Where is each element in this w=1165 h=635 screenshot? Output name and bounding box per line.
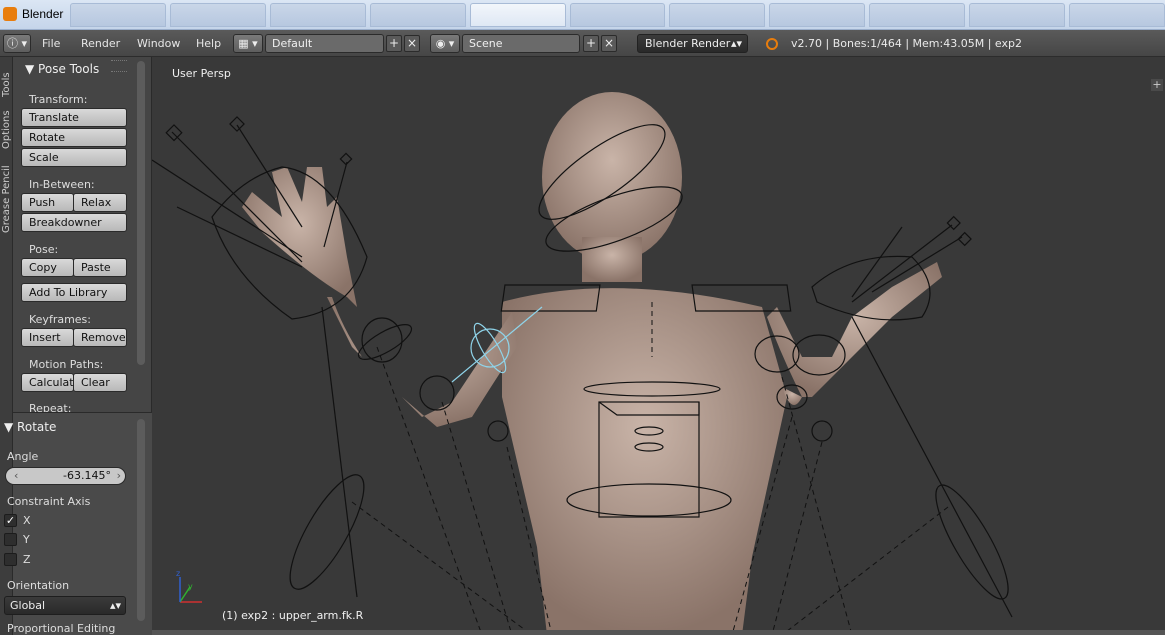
translate-button[interactable]: Translate — [21, 108, 127, 127]
paste-button[interactable]: Paste — [73, 258, 127, 277]
info-header: ⓘ ▾ File Render Window Help ▦ ▾ Default … — [0, 30, 1165, 57]
scene-stats: v2.70 | Bones:1/464 | Mem:43.05M | exp2 — [791, 37, 1022, 50]
taskbar-tab[interactable] — [969, 3, 1066, 27]
axis-x-checkbox[interactable]: ✓ — [4, 514, 17, 527]
menu-file[interactable]: File — [38, 34, 64, 53]
taskbar-tabs — [70, 3, 1165, 27]
axis-y-label: Y — [23, 533, 30, 546]
viewport-header-strip — [152, 630, 1165, 635]
axis-z-label: Z — [23, 553, 31, 566]
viewport-scene: z y — [152, 92, 1013, 635]
rotate-button[interactable]: Rotate — [21, 128, 127, 147]
taskbar-tab[interactable] — [669, 3, 766, 27]
close-scene-icon[interactable]: × — [601, 35, 617, 52]
render-engine-value: Blender Render — [645, 37, 731, 50]
info-icon[interactable]: ⓘ ▾ — [3, 34, 31, 53]
keyframes-label: Keyframes: — [29, 313, 91, 326]
pose-tools-title[interactable]: ▼ Pose Tools — [25, 62, 99, 76]
add-screen-icon[interactable]: + — [386, 35, 402, 52]
blender-logo-icon — [766, 38, 778, 50]
operator-panel: ▼ Rotate Angle ‹ -63.145° › Constraint A… — [4, 412, 152, 635]
active-object-label: (1) exp2 : upper_arm.fk.R — [222, 609, 364, 622]
properties-toggle-icon[interactable]: + — [1151, 79, 1163, 91]
repeat-label: Repeat: — [29, 402, 72, 412]
relax-button[interactable]: Relax — [73, 193, 127, 212]
scene-field[interactable]: Scene — [462, 34, 580, 53]
scale-button[interactable]: Scale — [21, 148, 127, 167]
character-mesh — [242, 92, 942, 635]
menu-window[interactable]: Window — [133, 34, 184, 53]
axis-x-label: X — [23, 514, 31, 527]
scene-icon[interactable]: ◉ ▾ — [430, 34, 460, 53]
taskbar-tab[interactable] — [70, 3, 166, 27]
angle-field[interactable]: ‹ -63.145° › — [5, 467, 126, 485]
pose-tools-panel: ▼ Pose Tools Transform: Translate Rotate… — [13, 57, 152, 412]
operator-scrollbar[interactable] — [137, 419, 145, 621]
constraint-axis-label: Constraint Axis — [7, 495, 91, 508]
proportional-editing-label: Proportional Editing — [7, 622, 116, 635]
taskbar-tab[interactable] — [369, 3, 466, 27]
copy-button[interactable]: Copy — [21, 258, 74, 277]
tool-shelf: ▼ Pose Tools Transform: Translate Rotate… — [4, 57, 152, 635]
push-button[interactable]: Push — [21, 193, 74, 212]
drag-handle-icon[interactable] — [111, 60, 127, 72]
axis-z-checkbox[interactable] — [4, 553, 17, 566]
inbetween-label: In-Between: — [29, 178, 95, 191]
axis-y-checkbox[interactable] — [4, 533, 17, 546]
operator-title[interactable]: ▼ Rotate — [4, 420, 56, 434]
axis-gizmo-icon: z y — [176, 569, 202, 603]
calculate-paths-button[interactable]: Calculat — [21, 373, 74, 392]
window-titlebar: Blender — [0, 0, 1165, 30]
clear-paths-button[interactable]: Clear — [73, 373, 127, 392]
dropdown-arrow-icon: ▴▾ — [109, 599, 121, 612]
insert-keyframe-button[interactable]: Insert — [21, 328, 74, 347]
taskbar-tab[interactable] — [469, 3, 566, 27]
toolshelf-scrollbar[interactable] — [137, 61, 145, 365]
decrement-arrow-icon[interactable]: ‹ — [14, 468, 18, 484]
dropdown-arrow-icon: ▴▾ — [730, 37, 742, 50]
render-engine-select[interactable]: Blender Render ▴▾ — [637, 34, 748, 53]
increment-arrow-icon[interactable]: › — [117, 468, 121, 484]
blender-app-icon — [3, 7, 17, 21]
taskbar-tab[interactable] — [169, 3, 266, 27]
breakdowner-button[interactable]: Breakdowner — [21, 213, 127, 232]
motion-paths-label: Motion Paths: — [29, 358, 104, 371]
angle-label: Angle — [7, 450, 39, 463]
add-to-library-button[interactable]: Add To Library — [21, 283, 127, 302]
screen-layout-field[interactable]: Default — [265, 34, 384, 53]
angle-value: -63.145° — [63, 469, 111, 482]
taskbar-tab[interactable] — [869, 3, 966, 27]
taskbar-tab[interactable] — [269, 3, 366, 27]
pose-label: Pose: — [29, 243, 59, 256]
menu-render[interactable]: Render — [77, 34, 124, 53]
close-screen-icon[interactable]: × — [404, 35, 420, 52]
view-label: User Persp — [172, 67, 231, 80]
menu-help[interactable]: Help — [192, 34, 225, 53]
screen-layout-icon[interactable]: ▦ ▾ — [233, 34, 263, 53]
3d-viewport[interactable]: z y User Persp (1) exp2 : upper_arm.fk.R… — [152, 57, 1165, 635]
orientation-label: Orientation — [7, 579, 70, 592]
svg-text:y: y — [188, 582, 193, 591]
window-title: Blender — [22, 7, 64, 21]
taskbar-tab[interactable] — [1069, 3, 1165, 27]
svg-text:z: z — [176, 569, 180, 578]
taskbar-tab[interactable] — [569, 3, 666, 27]
transform-label: Transform: — [29, 93, 88, 106]
add-scene-icon[interactable]: + — [583, 35, 599, 52]
toolshelf-tabs: Tools Options Grease Pencil — [0, 57, 13, 635]
remove-keyframe-button[interactable]: Remove — [73, 328, 127, 347]
taskbar-tab[interactable] — [769, 3, 866, 27]
orientation-value: Global — [10, 599, 46, 612]
orientation-select[interactable]: Global ▴▾ — [4, 596, 126, 615]
